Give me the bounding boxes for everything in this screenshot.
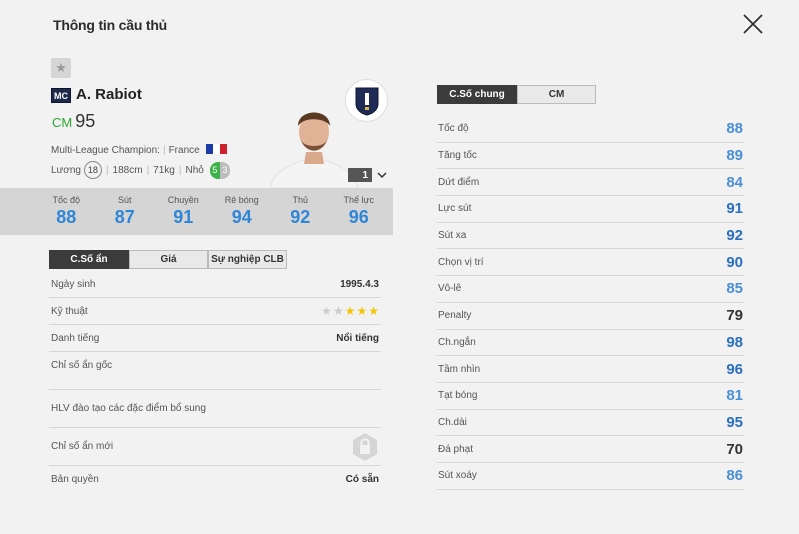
skill-right: 3 (219, 161, 230, 179)
attribute-row: Tăng tốc 89 (437, 143, 744, 170)
tab-hidden-stats[interactable]: C.Số ẩn (49, 250, 129, 269)
attribute-value: 98 (726, 333, 743, 351)
level-selector[interactable]: 1 (348, 168, 372, 182)
attribute-value: 96 (726, 360, 743, 378)
attribute-value: 84 (726, 173, 743, 191)
star-icon: ★ (344, 304, 356, 318)
tab-position-stats[interactable]: CM (517, 85, 596, 104)
detail-list: Ngày sinh 1995.4.3 Kỹ thuật ★★★★★ Danh ti… (49, 272, 381, 492)
attribute-row: Sút xoáy 86 (437, 463, 744, 490)
attribute-label: Penalty (438, 310, 472, 322)
club-nation-line: Multi-League Champion: | France (51, 144, 228, 156)
attribute-label: Ch.ngắn (438, 336, 476, 348)
close-icon[interactable] (741, 12, 765, 36)
attribute-row: Ch.dài 95 (437, 410, 744, 437)
attribute-row: Tốc độ 88 (437, 116, 744, 143)
attribute-row: Vô-lê 85 (437, 276, 744, 303)
attribute-label: Sút xoáy (438, 470, 477, 482)
main-stat: Tốc độ 88 (52, 195, 80, 227)
season-badge-icon (345, 79, 388, 122)
detail-row-coach-training[interactable]: HLV đào tạo các đặc điểm bổ sung (49, 390, 381, 428)
skill-left: 5 (209, 161, 220, 179)
attribute-value: 81 (726, 387, 743, 405)
lock-icon (353, 432, 377, 461)
favorite-star-button[interactable]: ★ (51, 58, 71, 78)
skill-stars: ★★★★★ (320, 304, 379, 318)
player-name: A. Rabiot (76, 86, 142, 103)
detail-row-birth: Ngày sinh 1995.4.3 (49, 272, 381, 298)
skill-weak-foot-badge: 53 (209, 161, 230, 179)
attribute-row: Tạt bóng 81 (437, 383, 744, 410)
attribute-label: Tầm nhìn (438, 363, 481, 375)
player-body-type: Nhỏ (185, 164, 204, 176)
chevron-down-icon[interactable] (376, 169, 388, 181)
player-position: CM (52, 115, 73, 130)
attribute-row: Đá phạt 70 (437, 436, 744, 463)
attribute-label: Tăng tốc (438, 150, 477, 162)
attribute-value: 85 (726, 280, 743, 298)
attribute-label: Đá phạt (438, 443, 474, 455)
page-title: Thông tin cầu thủ (53, 17, 168, 33)
position-ovr: CM 95 (52, 111, 95, 132)
attribute-label: Chọn vị trí (438, 256, 484, 268)
attribute-tabs: C.Số chung CM (437, 85, 596, 104)
wage-value: 18 (83, 161, 102, 179)
attribute-row: Tầm nhìn 96 (437, 356, 744, 383)
attribute-value: 89 (726, 147, 743, 165)
attribute-label: Dứt điểm (438, 176, 480, 188)
attribute-row: Lực sút 91 (437, 196, 744, 223)
player-weight: 71kg (153, 164, 175, 176)
main-stat: Thủ 92 (290, 195, 311, 227)
tab-general-stats[interactable]: C.Số chung (437, 85, 517, 104)
attribute-label: Sút xa (438, 230, 467, 242)
attribute-value: 86 (726, 467, 743, 485)
attribute-row: Ch.ngắn 98 (437, 330, 744, 357)
player-club: Multi-League Champion: (51, 145, 160, 156)
star-icon: ★ (356, 304, 368, 318)
attribute-label: Ch.dài (438, 416, 467, 428)
attribute-label: Vô-lê (438, 283, 462, 295)
main-stat: Rê bóng 94 (224, 195, 259, 227)
attribute-value: 79 (726, 307, 743, 325)
attribute-value: 92 (726, 227, 743, 245)
tab-club-career[interactable]: Sự nghiệp CLB (208, 250, 287, 269)
player-height: 188cm (112, 164, 143, 176)
detail-row-hidden-base: Chỉ số ẩn gốc (49, 352, 381, 390)
attribute-value: 88 (726, 120, 743, 138)
wage-label: Lương (51, 164, 81, 176)
main-stat: Chuyền 91 (167, 195, 199, 227)
nation-flag-icon (206, 144, 228, 154)
attribute-value: 91 (726, 200, 743, 218)
attribute-value: 95 (726, 413, 743, 431)
player-info-line: Lương 18 | 188cm | 71kg | Nhỏ 53 (51, 161, 230, 179)
attribute-value: 90 (726, 253, 743, 271)
attribute-label: Tạt bóng (438, 390, 478, 402)
main-stat: Sút 87 (114, 195, 135, 227)
detail-row-skill: Kỹ thuật ★★★★★ (49, 298, 381, 325)
star-icon: ★ (332, 304, 344, 318)
player-ovr: 95 (75, 111, 96, 131)
attribute-label: Tốc độ (438, 123, 469, 135)
tab-price[interactable]: Giá (129, 250, 208, 269)
attribute-value: 70 (726, 440, 743, 458)
player-portrait-image (269, 112, 359, 188)
star-icon: ★ (368, 304, 379, 318)
main-stats-bar: Tốc độ 88 Sút 87 Chuyền 91 Rê bóng 94 Thủ 92 … (0, 188, 393, 235)
detail-row-fame: Danh tiếng Nổi tiếng (49, 325, 381, 352)
attribute-row: Penalty 79 (437, 303, 744, 330)
attribute-row: Dứt điểm 84 (437, 169, 744, 197)
detail-row-new-hidden: Chỉ số ẩn mới (49, 428, 381, 466)
star-icon: ★ (321, 304, 332, 318)
main-stat: Thể lực 96 (343, 195, 375, 227)
attribute-row: Sút xa 92 (437, 223, 744, 250)
attribute-label: Lực sút (438, 203, 472, 215)
detail-row-copyright: Bản quyền Có sẵn (51, 473, 379, 485)
attribute-list: Tốc độ 88 Tăng tốc 89 Dứt điểm 84 Lực sút 91 Sút… (437, 116, 744, 490)
detail-tabs: C.Số ẩn Giá Sự nghiệp CLB (49, 250, 287, 269)
attribute-row: Chọn vị trí 90 (437, 249, 744, 277)
player-nation: France (168, 145, 200, 156)
position-badge: MC (51, 88, 71, 103)
